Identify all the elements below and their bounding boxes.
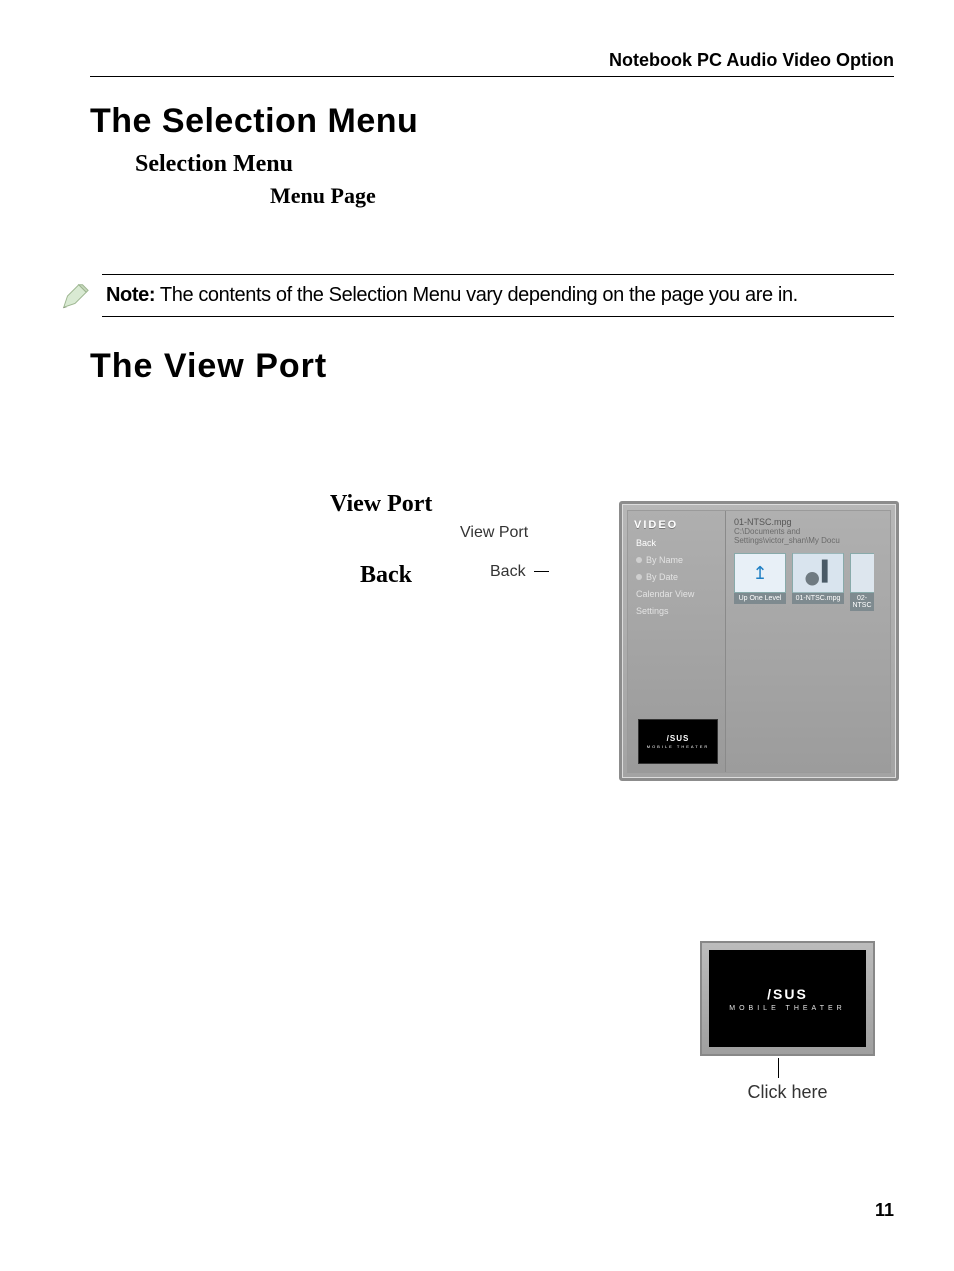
bullet-icon [636, 557, 642, 563]
note-prefix: Note: [106, 284, 155, 306]
figure-video-panel: VIDEO Back By Name By Date Calendar View… [619, 501, 899, 781]
thumb-label: 01-NTSC.mpg [792, 593, 844, 604]
sidebar-item-by-name[interactable]: By Name [636, 555, 719, 565]
thumb-file-2[interactable]: 02-NTSC [850, 553, 874, 611]
asus-subtitle: MOBILE THEATER [729, 1005, 845, 1012]
callout-back: Back [490, 563, 553, 581]
heading-selection-menu: The Selection Menu [90, 102, 894, 141]
content-pane: 01-NTSC.mpg C:\Documents and Settings\vi… [726, 511, 890, 772]
viewport-frame[interactable]: /SUS MOBILE THEATER [700, 941, 875, 1056]
note-text: Note: The contents of the Selection Menu… [102, 274, 894, 317]
sidebar-item-back[interactable]: Back [636, 538, 719, 548]
content-header: 01-NTSC.mpg C:\Documents and Settings\vi… [726, 511, 890, 553]
callout-click-here: Click here [700, 1082, 875, 1103]
thumb-image-icon [850, 553, 874, 593]
sidebar-title: VIDEO [634, 519, 719, 531]
viewport-preview[interactable]: /SUS MOBILE THEATER [638, 719, 718, 764]
sidebar-item-settings[interactable]: Settings [636, 606, 719, 616]
callout-line [534, 571, 549, 572]
viewport-screen: /SUS MOBILE THEATER [709, 950, 866, 1047]
note-body: The contents of the Selection Menu vary … [155, 284, 798, 306]
running-header: Notebook PC Audio Video Option [90, 50, 894, 77]
sidebar-item-label: By Date [646, 572, 678, 582]
page-number: 11 [875, 1200, 894, 1221]
pencil-icon [60, 281, 90, 311]
sidebar-item-calendar-view[interactable]: Calendar View [636, 589, 719, 599]
asus-logo: /SUS [767, 986, 808, 1002]
current-file: 01-NTSC.mpg [734, 517, 882, 527]
thumb-row: ↥ Up One Level 01-NTSC.mpg 02-NTSC [726, 553, 890, 611]
callout-viewport-label: View Port [460, 524, 528, 541]
note-block: Note: The contents of the Selection Menu… [60, 274, 894, 317]
sidebar-item-label: Calendar View [636, 589, 694, 599]
callout-line-vertical [778, 1058, 779, 1078]
thumb-label: 02-NTSC [850, 593, 874, 611]
asus-logo: /SUS [667, 734, 690, 743]
sidebar-item-label: Back [636, 538, 656, 548]
heading-view-port: The View Port [90, 347, 894, 386]
sidebar-item-label: Settings [636, 606, 669, 616]
up-arrow-icon: ↥ [752, 563, 767, 584]
sidebar-item-label: By Name [646, 555, 683, 565]
subheading-menu-page: Menu Page [270, 183, 894, 209]
callout-back-label: Back [490, 563, 526, 580]
current-path: C:\Documents and Settings\victor_shan\My… [734, 527, 882, 545]
asus-subtitle: MOBILE THEATER [647, 744, 710, 749]
thumb-file-1[interactable]: 01-NTSC.mpg [792, 553, 844, 611]
thumb-label: Up One Level [734, 593, 786, 604]
thumb-image-icon [792, 553, 844, 593]
bullet-icon [636, 574, 642, 580]
thumb-up-one-level[interactable]: ↥ Up One Level [734, 553, 786, 611]
figure-click-here: /SUS MOBILE THEATER Click here [700, 941, 900, 1103]
sidebar-item-by-date[interactable]: By Date [636, 572, 719, 582]
subheading-selection-menu: Selection Menu [135, 151, 894, 178]
